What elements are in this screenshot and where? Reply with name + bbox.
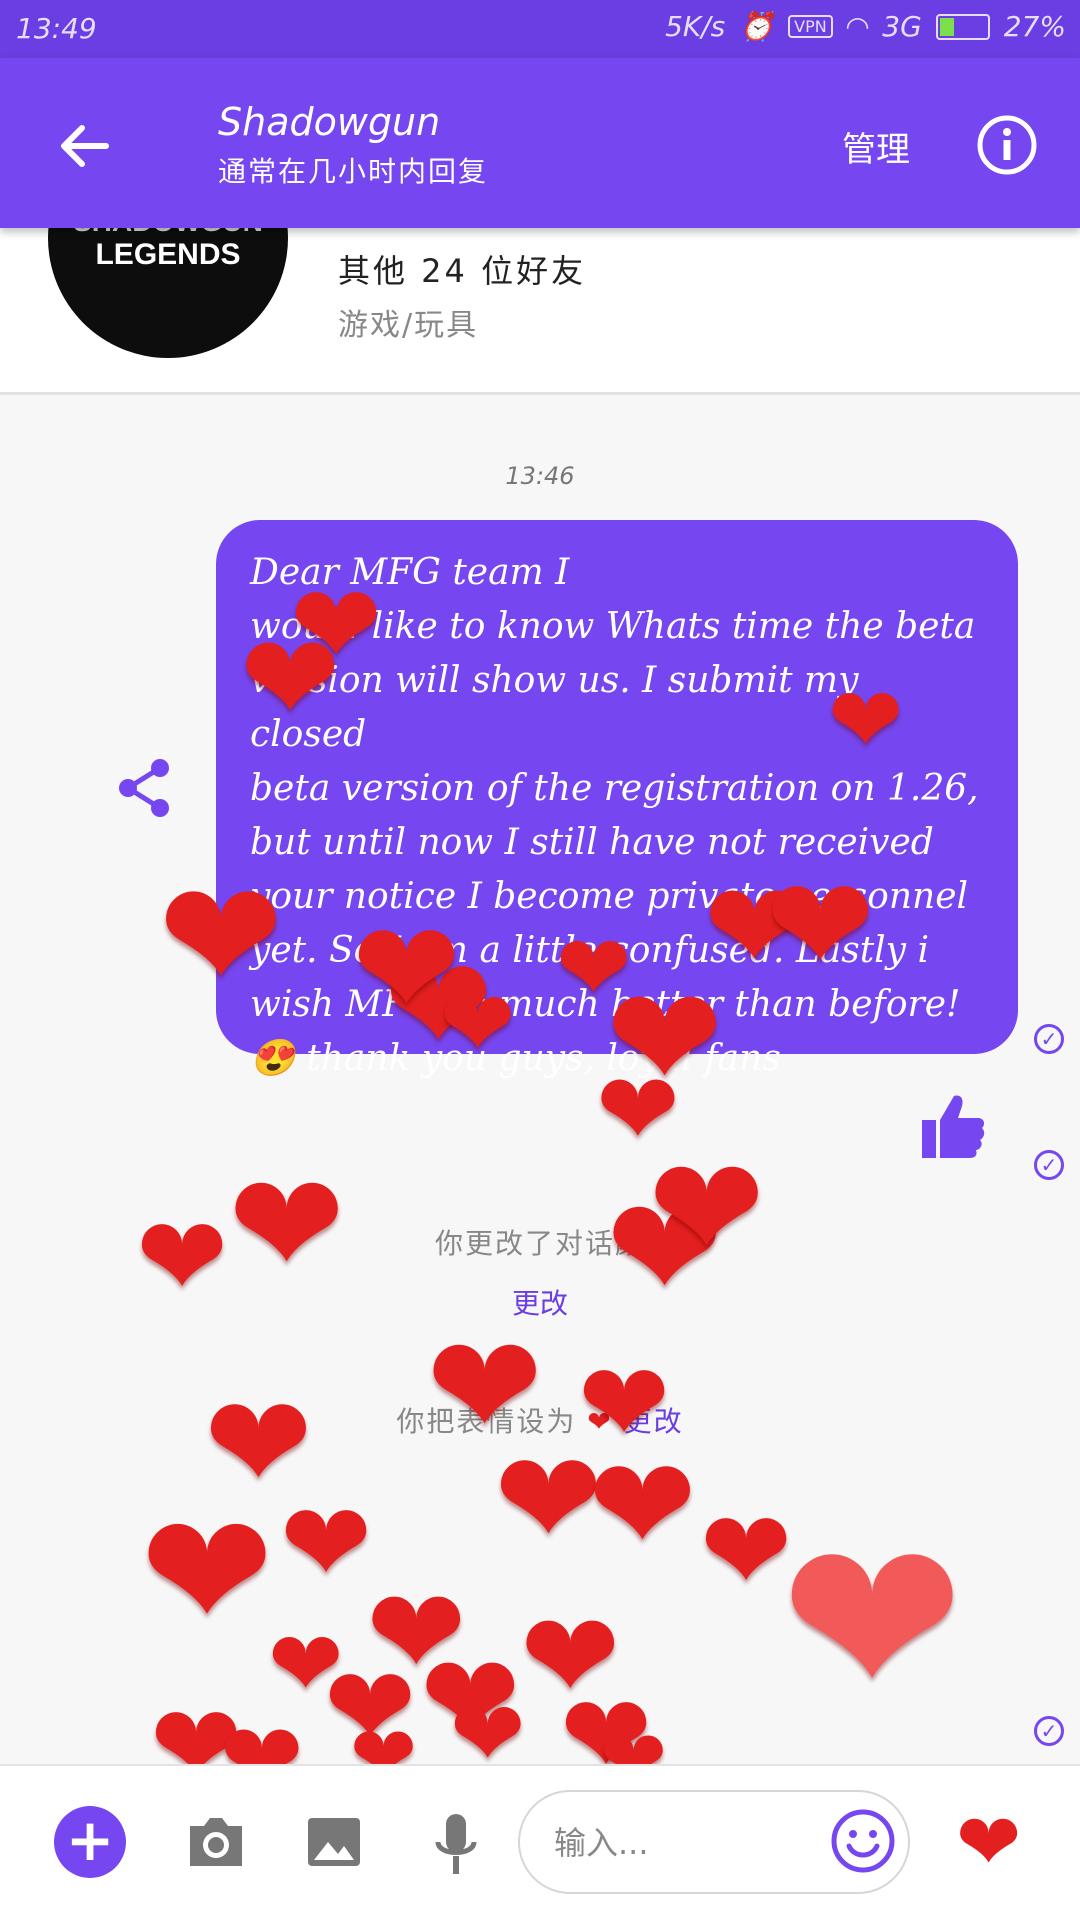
composer-bar: + ❤ (0, 1764, 1080, 1922)
page-subtitle: 通常在几小时内回复 (218, 155, 489, 188)
floating-heart-icon: ❤ (556, 916, 632, 1021)
floating-heart-icon: ❤ (578, 1339, 671, 1467)
floating-heart-icon: ❤ (494, 1423, 603, 1575)
page-title: Shadowgun (218, 100, 441, 144)
floating-heart-icon: ❤ (440, 972, 516, 1077)
floating-heart-icon: ❤ (606, 958, 724, 1121)
floating-heart-icon: ❤ (700, 1487, 793, 1615)
floating-heart-icon: ❤ (136, 1193, 229, 1321)
message-input[interactable] (552, 1816, 806, 1870)
floating-heart-icon: ❤ (704, 858, 805, 997)
microphone-icon[interactable] (434, 1812, 478, 1878)
message-input-box[interactable] (518, 1790, 910, 1894)
floating-heart-icon: ❤ (520, 1588, 621, 1727)
floating-heart-icon: ❤ (268, 1612, 344, 1717)
floating-heart-icon: ❤ (426, 1306, 544, 1469)
floating-heart-icon: ❤ (204, 1367, 313, 1519)
floating-heart-icon: ❤ (780, 1492, 965, 1748)
floating-heart-icon: ❤ (384, 929, 493, 1081)
floating-heart-icon: ❤ (596, 1051, 680, 1168)
image-icon[interactable] (304, 1812, 364, 1872)
floating-heart-icon: ❤ (240, 610, 341, 749)
floating-heart-icon: ❤ (420, 1630, 521, 1769)
info-icon[interactable] (976, 114, 1038, 176)
heart-icon[interactable]: ❤ (956, 1804, 1021, 1882)
app-bar: Shadowgun 通常在几小时内回复 管理 (0, 58, 1080, 228)
back-arrow-icon[interactable] (52, 114, 116, 178)
floating-heart-icon: ❤ (588, 1429, 697, 1581)
manage-button[interactable]: 管理 (842, 122, 910, 171)
hearts-animation: ❤ ❤ ❤ ❤ ❤ ❤ ❤ ❤ ❤ ❤ ❤ ❤ ❤ ❤ ❤ ❤ ❤ ❤ ❤ ❤ ❤ ❤ ❤ ❤ ❤ ❤ ❤ ❤ ❤ ❤ ❤ ❤ ❤ ❤ ❤ ❤ (0, 0, 1080, 1810)
floating-heart-icon: ❤ (766, 849, 875, 1001)
floating-heart-icon: ❤ (648, 1128, 766, 1291)
emoji-icon[interactable] (830, 1808, 896, 1874)
floating-heart-icon: ❤ (140, 1478, 275, 1665)
floating-heart-icon: ❤ (280, 1479, 373, 1607)
floating-heart-icon: ❤ (352, 893, 461, 1045)
floating-heart-icon: ❤ (158, 850, 284, 1024)
floating-heart-icon: ❤ (366, 1564, 467, 1703)
camera-icon[interactable] (184, 1812, 248, 1872)
floating-heart-icon: ❤ (606, 1168, 724, 1331)
floating-heart-icon: ❤ (290, 561, 383, 689)
floating-heart-icon: ❤ (228, 1144, 346, 1307)
floating-heart-icon: ❤ (324, 1643, 417, 1771)
plus-icon[interactable]: + (54, 1806, 126, 1878)
floating-heart-icon: ❤ (828, 668, 904, 773)
